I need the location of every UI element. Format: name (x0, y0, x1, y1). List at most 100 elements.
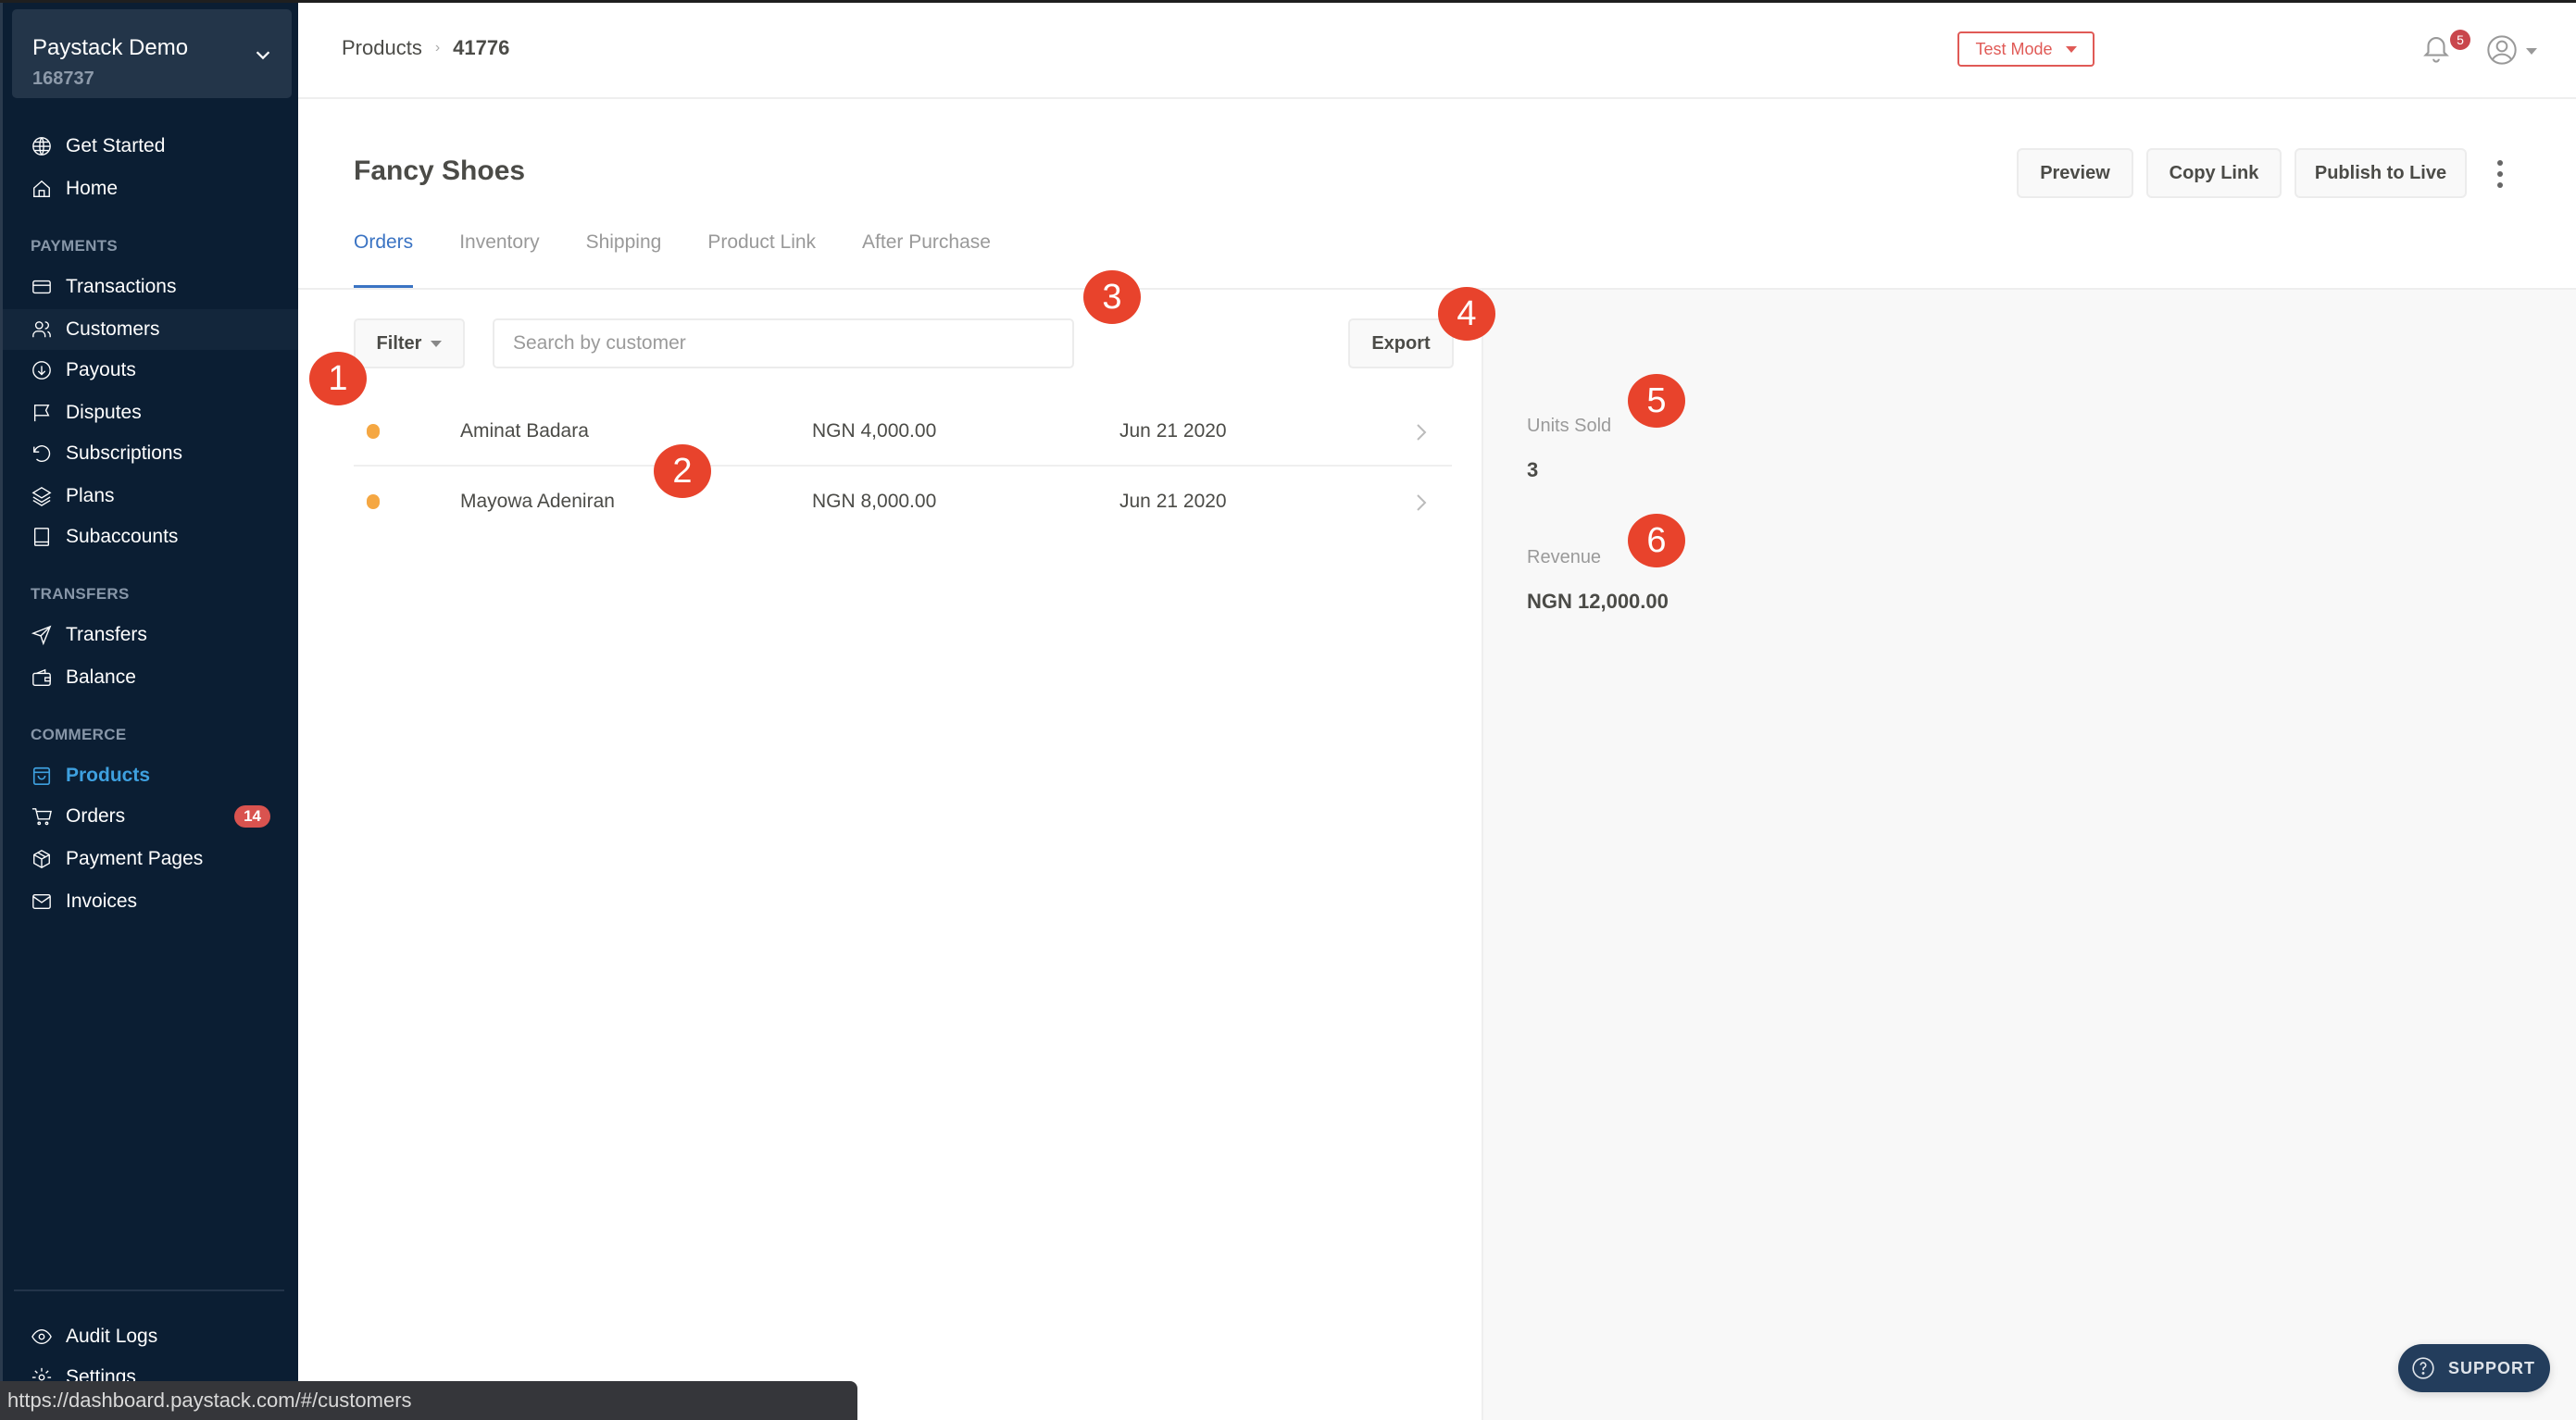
section-title-payments: PAYMENTS (31, 237, 119, 255)
orders-count-badge: 14 (234, 805, 270, 828)
search-customer-input[interactable] (493, 318, 1074, 368)
tab-orders[interactable]: Orders (354, 231, 414, 289)
breadcrumb-current: 41776 (453, 36, 510, 59)
annotation-marker-2: 2 (654, 444, 711, 498)
sidebar-item-label: Transfers (66, 624, 147, 645)
shopping-bag-icon (31, 765, 53, 787)
bell-icon[interactable] (2420, 31, 2452, 63)
sidebar-item-payouts[interactable]: Payouts (3, 350, 298, 391)
cart-icon (31, 805, 53, 828)
org-switcher[interactable]: Paystack Demo 168737 (12, 9, 292, 98)
support-button[interactable]: SUPPORT (2398, 1344, 2550, 1392)
caret-down-icon (2065, 45, 2077, 53)
annotation-marker-1: 1 (309, 352, 367, 405)
refresh-icon (31, 442, 53, 465)
user-avatar-icon[interactable] (2487, 35, 2517, 65)
sidebar-item-label: Customers (66, 318, 160, 340)
sidebar-item-label: Payment Pages (66, 848, 204, 869)
publish-to-live-button[interactable]: Publish to Live (2295, 148, 2467, 198)
status-url-bar: https://dashboard.paystack.com/#/custome… (0, 1381, 857, 1420)
more-options-icon[interactable] (2491, 157, 2509, 191)
section-title-commerce: COMMERCE (31, 726, 127, 743)
caret-down-icon[interactable] (2526, 48, 2537, 55)
tab-inventory[interactable]: Inventory (459, 231, 539, 289)
credit-card-icon (31, 276, 53, 298)
tab-shipping[interactable]: Shipping (586, 231, 662, 289)
filter-button[interactable]: Filter (354, 318, 465, 368)
annotation-marker-3: 3 (1083, 270, 1141, 324)
sidebar-item-label: Payouts (66, 359, 136, 380)
chevron-down-icon (256, 51, 270, 60)
chevron-right-icon (1417, 494, 1427, 511)
revenue-value: NGN 12,000.00 (1527, 590, 1669, 613)
sidebar-item-plans[interactable]: Plans (3, 476, 298, 517)
notification-count-badge: 5 (2450, 30, 2470, 50)
sidebar-item-label: Disputes (66, 402, 142, 423)
test-mode-toggle[interactable]: Test Mode (1957, 31, 2095, 67)
tab-after-purchase[interactable]: After Purchase (862, 231, 991, 289)
sidebar-item-disputes[interactable]: Disputes (3, 392, 298, 433)
top-header: Products › 41776 (298, 3, 2576, 99)
sidebar-item-label: Subaccounts (66, 526, 179, 547)
sidebar-item-label: Products (66, 765, 151, 786)
order-date: Jun 21 2020 (1119, 420, 1227, 442)
sidebar-item-label: Home (66, 178, 119, 199)
sidebar-item-payment-pages[interactable]: Payment Pages (3, 839, 298, 879)
filter-label: Filter (376, 332, 422, 354)
annotation-marker-6: 6 (1628, 514, 1685, 567)
sidebar-item-get-started[interactable]: Get Started (3, 126, 298, 167)
sidebar-item-subscriptions[interactable]: Subscriptions (3, 433, 298, 474)
flag-icon (31, 402, 53, 424)
sidebar-item-subaccounts[interactable]: Subaccounts (3, 517, 298, 557)
help-circle-icon (2412, 1357, 2434, 1379)
section-title-transfers: TRANSFERS (31, 585, 130, 603)
sidebar-item-balance[interactable]: Balance (3, 657, 298, 698)
globe-icon (31, 135, 53, 157)
caret-down-icon (431, 340, 443, 347)
home-icon (31, 178, 53, 200)
units-sold-label: Units Sold (1527, 416, 1612, 436)
sidebar-item-audit-logs[interactable]: Audit Logs (3, 1316, 298, 1357)
order-row[interactable]: Mayowa Adeniran NGN 8,000.00 Jun 21 2020 (354, 467, 1452, 537)
order-customer: Mayowa Adeniran (460, 491, 615, 512)
mail-icon (31, 891, 53, 913)
copy-link-button[interactable]: Copy Link (2146, 148, 2282, 198)
page-title: Fancy Shoes (354, 156, 526, 186)
org-name: Paystack Demo (32, 35, 189, 60)
product-stats-panel: Units Sold 3 Revenue NGN 12,000.00 (1482, 290, 2576, 1420)
layers-icon (31, 485, 53, 507)
sidebar-item-customers[interactable]: Customers (3, 309, 298, 350)
sidebar-item-label: Orders (66, 805, 126, 827)
chevron-right-icon (1417, 424, 1427, 441)
units-sold-value: 3 (1527, 458, 1539, 481)
sidebar-item-label: Balance (66, 666, 136, 688)
sidebar-item-invoices[interactable]: Invoices (3, 881, 298, 922)
order-date: Jun 21 2020 (1119, 491, 1227, 512)
eye-icon (31, 1326, 53, 1348)
sidebar-item-home[interactable]: Home (3, 168, 298, 209)
users-icon (31, 318, 53, 341)
sidebar-item-label: Audit Logs (66, 1326, 158, 1347)
sidebar-item-label: Get Started (66, 135, 166, 156)
sidebar-item-orders[interactable]: Orders 14 (3, 796, 298, 837)
export-button[interactable]: Export (1348, 318, 1454, 368)
sidebar-item-transactions[interactable]: Transactions (3, 267, 298, 307)
annotation-marker-4: 4 (1438, 287, 1495, 341)
order-row[interactable]: Aminat Badara NGN 4,000.00 Jun 21 2020 (354, 396, 1452, 467)
sidebar-item-label: Invoices (66, 891, 138, 912)
breadcrumb-products-link[interactable]: Products (342, 36, 422, 60)
browser-top-rim (0, 0, 2576, 3)
send-icon (31, 624, 53, 646)
order-amount: NGN 8,000.00 (812, 491, 937, 512)
test-mode-label: Test Mode (1975, 39, 2053, 58)
sidebar-item-transfers[interactable]: Transfers (3, 615, 298, 655)
revenue-label: Revenue (1527, 547, 1602, 567)
preview-button[interactable]: Preview (2017, 148, 2133, 198)
box-icon (31, 848, 53, 870)
org-id: 168737 (32, 69, 94, 89)
tab-product-link[interactable]: Product Link (707, 231, 816, 289)
status-dot (367, 494, 380, 509)
sidebar-item-products[interactable]: Products (3, 755, 298, 796)
sidebar-item-label: Subscriptions (66, 442, 183, 464)
status-dot (367, 424, 380, 439)
